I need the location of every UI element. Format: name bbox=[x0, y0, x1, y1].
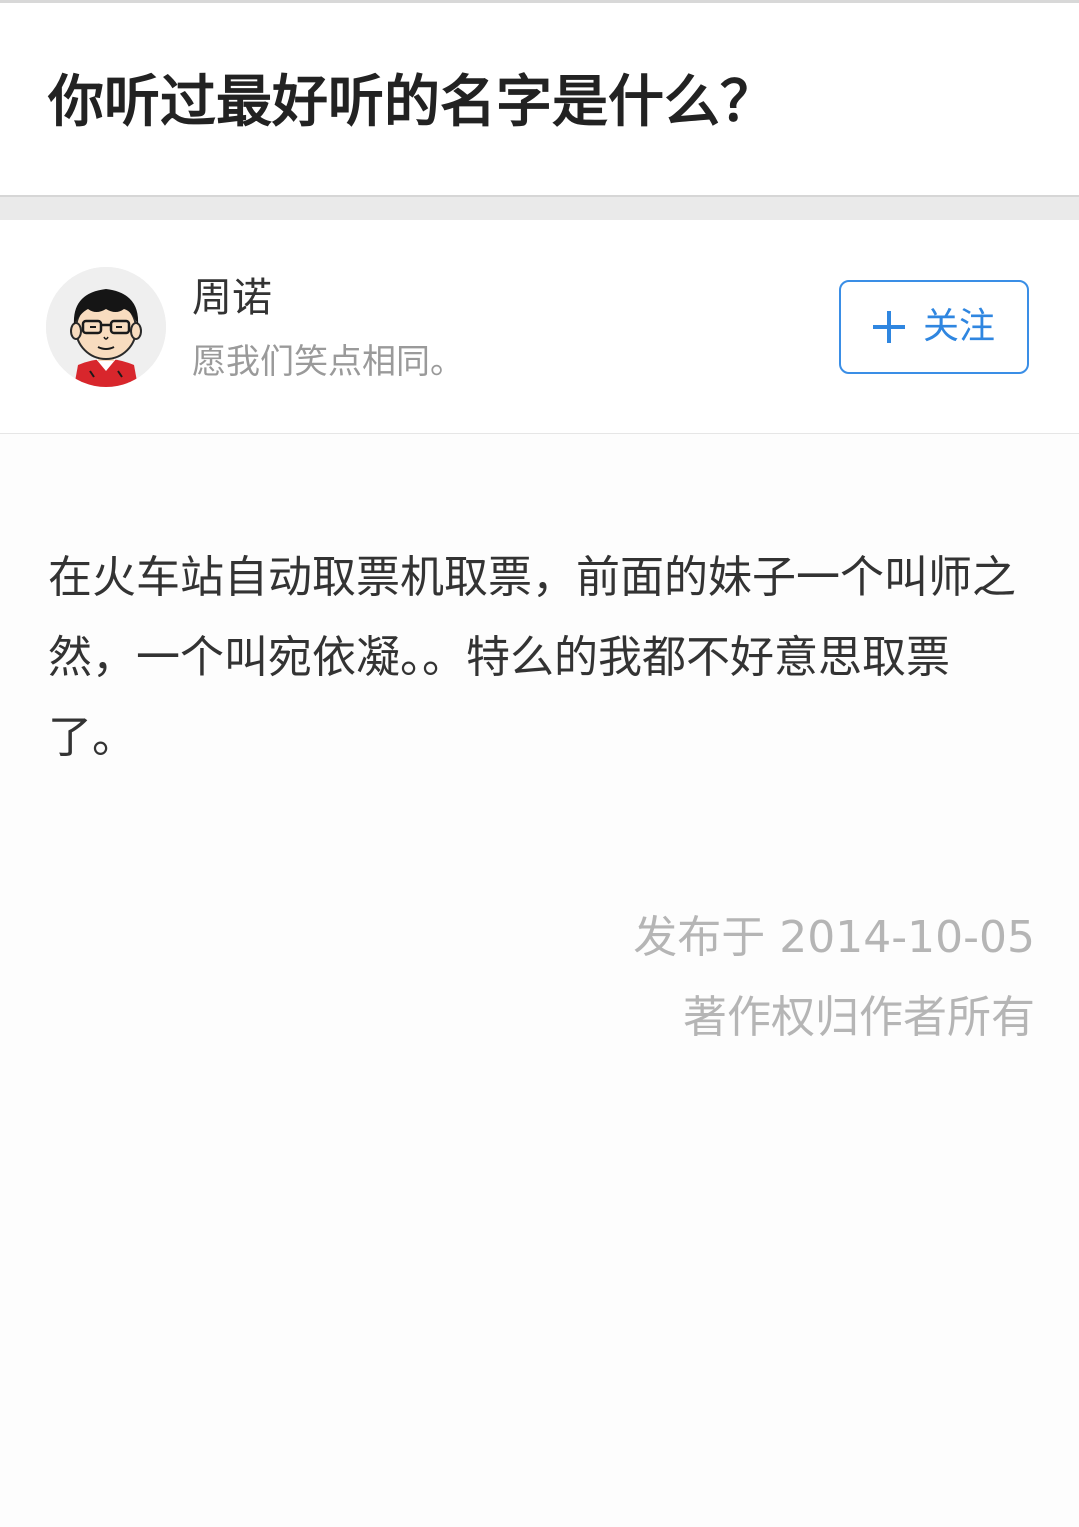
section-divider bbox=[0, 195, 1079, 220]
question-title[interactable]: 你听过最好听的名字是什么？ bbox=[48, 65, 776, 141]
author-name[interactable]: 周诺 bbox=[192, 272, 272, 324]
plus-icon bbox=[872, 311, 905, 343]
author-bar: 周诺 愿我们笑点相同。 关注 bbox=[0, 220, 1079, 434]
follow-button[interactable]: 关注 bbox=[839, 280, 1029, 374]
author-avatar[interactable] bbox=[46, 267, 166, 387]
cartoon-avatar-icon bbox=[46, 267, 166, 387]
publish-date: 发布于 2014-10-05 bbox=[633, 912, 1035, 963]
author-bio: 愿我们笑点相同。 bbox=[192, 342, 464, 382]
follow-button-label: 关注 bbox=[922, 306, 995, 347]
answer-content: 在火车站自动取票机取票，前面的妹子一个叫师之然，一个叫宛依凝。。特么的我都不好意… bbox=[48, 552, 1016, 763]
copyright-notice: 著作权归作者所有 bbox=[683, 992, 1035, 1043]
answer-meta: 发布于 2014-10-05 著作权归作者所有 bbox=[633, 908, 1035, 1048]
question-header: 你听过最好听的名字是什么？ bbox=[0, 3, 1079, 195]
